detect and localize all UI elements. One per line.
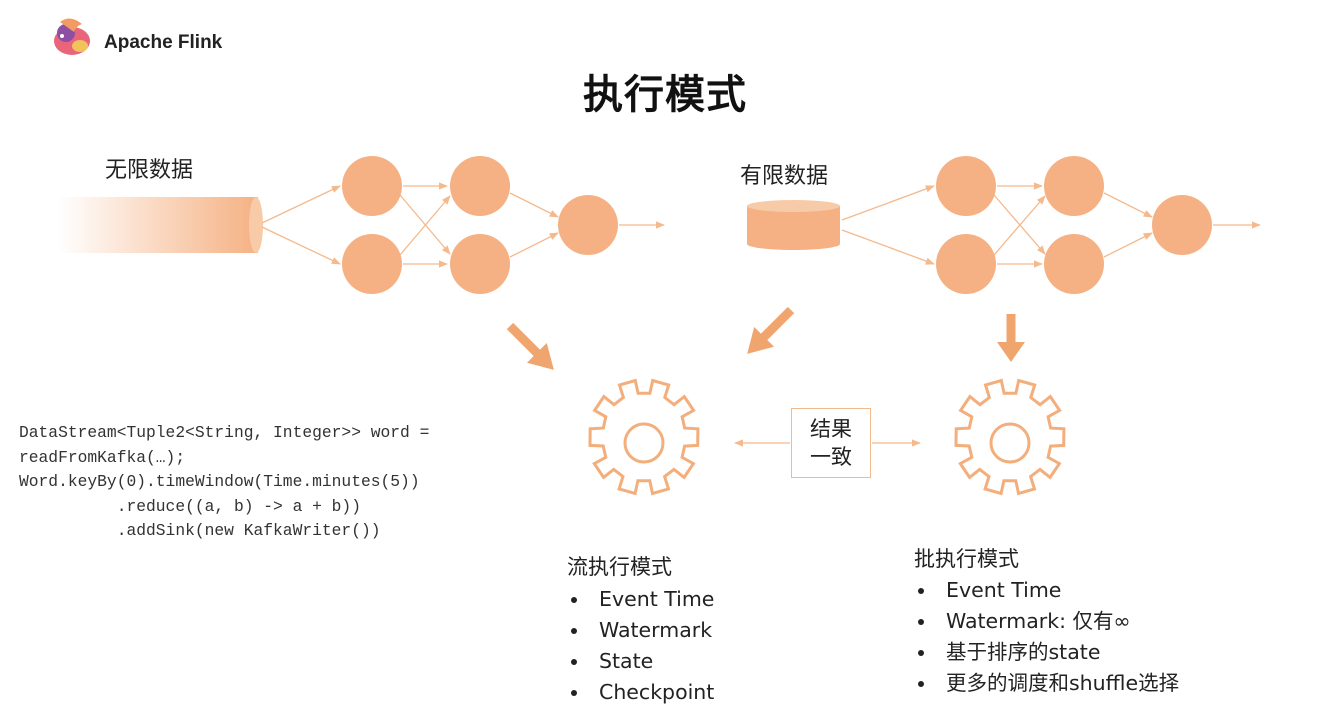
operator-node [1044, 156, 1104, 216]
squirrel-logo-icon [54, 18, 90, 55]
list-item: 基于排序的state [914, 637, 1179, 668]
bounded-dataflow-nodes [936, 156, 1212, 294]
batch-mode-list: Event Time Watermark: 仅有∞ 基于排序的state 更多的… [914, 575, 1179, 699]
result-line-1: 结果 [810, 417, 852, 441]
result-consistent-box: 结果 一致 [791, 408, 871, 478]
arrow-down-right-icon [506, 322, 554, 370]
list-item: Watermark: 仅有∞ [914, 606, 1179, 637]
list-item: Watermark [567, 615, 714, 646]
code-snippet: DataStream<Tuple2<String, Integer>> word… [19, 423, 430, 540]
operator-node [936, 234, 996, 294]
stream-cylinder-icon [58, 197, 263, 253]
stream-gear-icon [588, 378, 700, 496]
list-item: 更多的调度和shuffle选择 [914, 668, 1179, 699]
operator-node [450, 234, 510, 294]
brand-name: Apache Flink [104, 32, 223, 53]
operator-node [936, 156, 996, 216]
unbounded-data-label: 无限数据 [105, 158, 194, 183]
batch-gear-icon [954, 378, 1066, 496]
operator-node [342, 156, 402, 216]
unbounded-dataflow-nodes [342, 156, 618, 294]
list-item: State [567, 646, 714, 677]
list-item: Event Time [567, 584, 714, 615]
stream-mode-panel: 流执行模式 Event Time Watermark State Checkpo… [567, 551, 714, 708]
stream-mode-title: 流执行模式 [567, 555, 672, 579]
stream-mode-list: Event Time Watermark State Checkpoint [567, 584, 714, 708]
list-item: Checkpoint [567, 677, 714, 708]
big-arrow-icons [506, 306, 1025, 370]
bounded-data-label: 有限数据 [740, 164, 829, 189]
operator-node [1044, 234, 1104, 294]
operator-node [558, 195, 618, 255]
operator-node [1152, 195, 1212, 255]
batch-mode-panel: 批执行模式 Event Time Watermark: 仅有∞ 基于排序的sta… [914, 543, 1179, 699]
result-line-2: 一致 [810, 445, 852, 469]
database-disk-icon [747, 200, 840, 250]
arrow-down-left-icon [747, 306, 795, 354]
batch-mode-title: 批执行模式 [914, 547, 1019, 571]
operator-node [450, 156, 510, 216]
operator-node [342, 234, 402, 294]
page-title: 执行模式 [583, 72, 747, 118]
arrow-down-icon [997, 314, 1025, 362]
list-item: Event Time [914, 575, 1179, 606]
